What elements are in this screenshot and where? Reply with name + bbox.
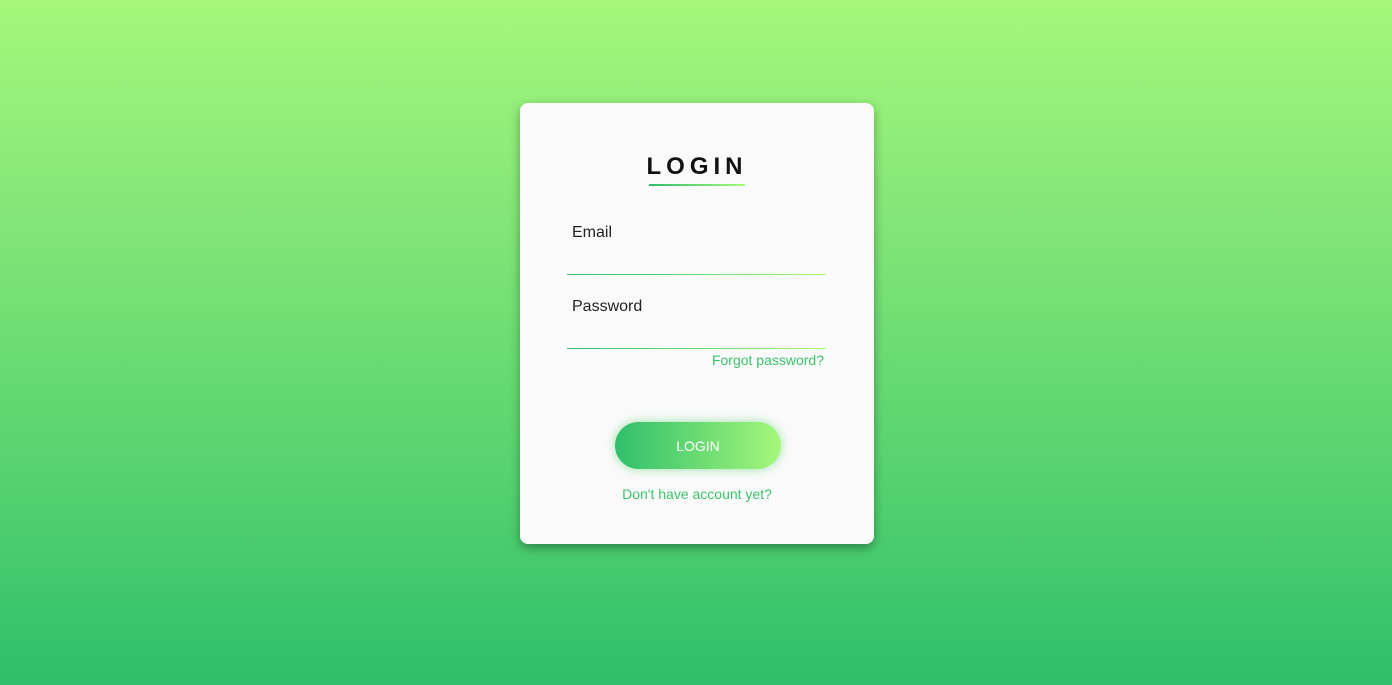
login-button[interactable]: LOGIN [615,422,781,469]
signup-link[interactable]: Don't have account yet? [520,486,874,502]
title-underline [649,184,745,186]
login-card: LOGIN Email Password Forgot password? LO… [520,103,874,544]
password-underline [567,348,826,349]
email-field[interactable] [567,249,826,273]
password-field[interactable] [567,323,826,347]
forgot-password-link[interactable]: Forgot password? [712,352,824,368]
password-label: Password [572,298,643,315]
email-underline [567,274,826,275]
email-label: Email [572,224,613,241]
login-title: LOGIN [646,153,748,180]
